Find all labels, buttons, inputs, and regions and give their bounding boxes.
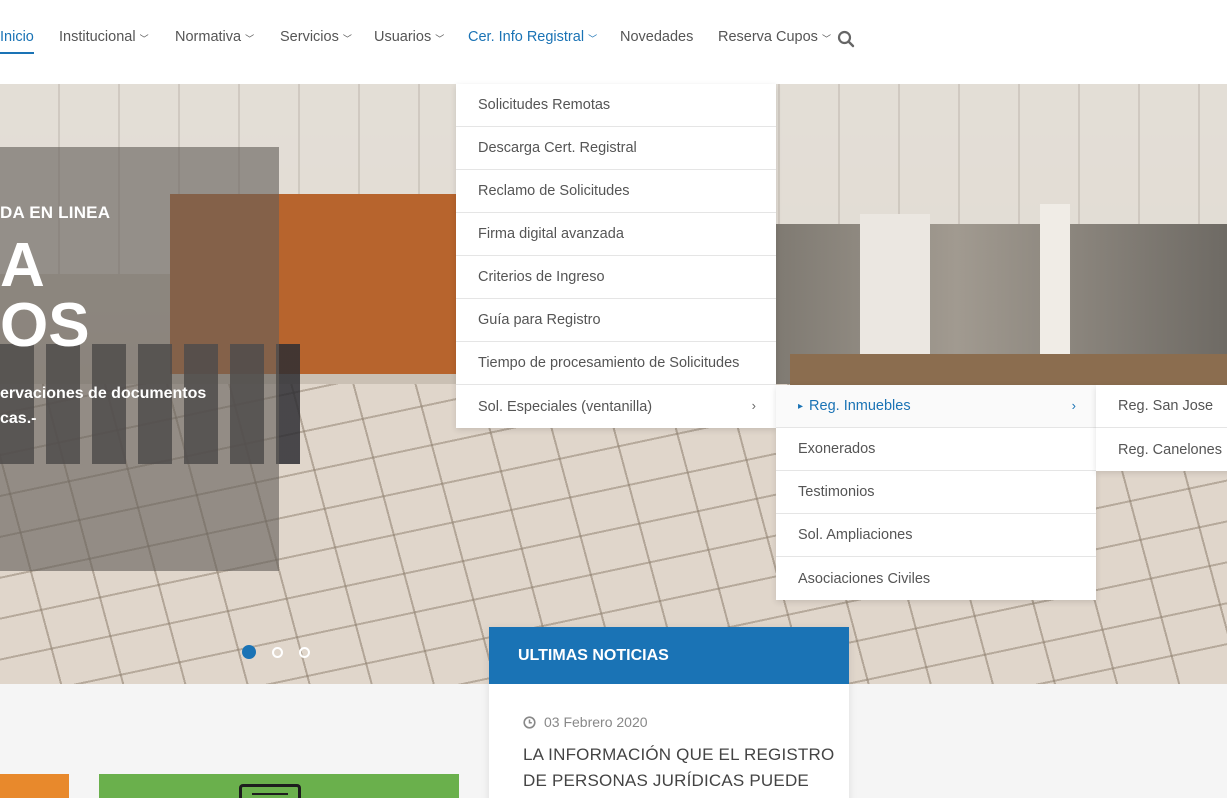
menu-item-solicitudes-remotas[interactable]: Solicitudes Remotas — [456, 84, 776, 127]
chevron-down-icon: ﹀ — [342, 33, 352, 44]
hero-eyebrow: DA EN LINEA — [0, 203, 111, 222]
slider-dot[interactable] — [242, 645, 256, 659]
news-title-link[interactable]: LA INFORMACIÓN QUE EL REGISTRO — [523, 745, 834, 765]
menu-item-label: Reg. San Jose — [1118, 398, 1214, 414]
nav-label: Inicio — [0, 29, 34, 45]
menu-item-label: Sol. Ampliaciones — [798, 527, 913, 543]
slider-pagination — [242, 645, 310, 659]
menu-item-label: Solicitudes Remotas — [478, 97, 611, 113]
menu-item-descarga-cert[interactable]: Descarga Cert. Registral — [456, 127, 776, 170]
nav-label: Cer. Info Registral — [468, 29, 585, 45]
nav-label: Servicios — [280, 29, 339, 45]
chevron-right-icon: › — [751, 398, 756, 413]
nav-item-institucional[interactable]: Institucional ﹀ — [59, 29, 149, 45]
nav-item-inicio[interactable]: Inicio — [0, 29, 34, 45]
nav-item-novedades[interactable]: Novedades — [620, 29, 693, 45]
chevron-down-icon: ﹀ — [435, 33, 445, 44]
document-icon — [239, 784, 301, 798]
chevron-right-icon: › — [1071, 398, 1076, 413]
menu-item-label: Testimonios — [798, 484, 875, 500]
nav-label: Novedades — [620, 29, 694, 45]
menu-item-label: Reg. Inmuebles — [809, 398, 911, 414]
hero-text-line1: ervaciones de documentos — [0, 385, 207, 402]
nav-label: Normativa — [175, 29, 242, 45]
chevron-down-icon: ﹀ — [139, 33, 149, 44]
news-card: ULTIMAS NOTICIAS 03 Febrero 2020 LA INFO… — [489, 627, 849, 798]
nav-item-servicios[interactable]: Servicios ﹀ — [280, 29, 352, 45]
nav-item-cer-info-registral[interactable]: Cer. Info Registral ﹀ — [468, 29, 597, 45]
chevron-down-icon: ﹀ — [245, 33, 255, 44]
hero-text-line2: cas.- — [0, 410, 37, 427]
submenu-reg-inmuebles: Reg. San Jose Reg. Canelones — [1096, 385, 1227, 471]
menu-item-label: Sol. Especiales (ventanilla) — [478, 398, 653, 415]
menu-item-label: Descarga Cert. Registral — [478, 140, 637, 156]
menu-item-label: Reg. Canelones — [1118, 441, 1222, 458]
slider-dot[interactable] — [299, 646, 310, 658]
nav-label: Usuarios — [374, 29, 432, 45]
nav-active-underline — [0, 52, 34, 54]
news-date-text: 03 Febrero 2020 — [544, 714, 648, 730]
menu-item-reg-san-jose[interactable]: Reg. San Jose — [1096, 385, 1227, 428]
page: Inicio Institucional ﹀ Normativa ﹀ Servi… — [0, 0, 1227, 798]
menu-item-reg-canelones[interactable]: Reg. Canelones — [1096, 428, 1227, 471]
news-title-link[interactable]: DE PERSONAS JURÍDICAS PUEDE — [523, 771, 809, 791]
nav-item-normativa[interactable]: Normativa ﹀ — [175, 29, 254, 45]
menu-item-sol-especiales[interactable]: Sol. Especiales (ventanilla) › — [456, 385, 776, 428]
hero-headline-line2: OS — [0, 291, 90, 360]
menu-item-reg-inmuebles[interactable]: ▸ Reg. Inmuebles › — [776, 385, 1096, 428]
chevron-down-icon: ﹀ — [821, 33, 831, 44]
menu-item-label: Exonerados — [798, 441, 876, 457]
submenu-sol-especiales: ▸ Reg. Inmuebles › Exonerados Testimonio… — [776, 385, 1096, 600]
menu-item-label: Criterios de Ingreso — [478, 269, 605, 285]
menu-item-sol-ampliaciones[interactable]: Sol. Ampliaciones — [776, 514, 1096, 557]
news-date: 03 Febrero 2020 — [523, 714, 648, 730]
menu-item-tiempo-procesamiento[interactable]: Tiempo de procesamiento de Solicitudes — [456, 342, 776, 385]
news-heading: ULTIMAS NOTICIAS — [489, 627, 849, 684]
service-tile-orange[interactable] — [0, 774, 69, 798]
menu-item-label: Tiempo de procesamiento de Solicitudes — [478, 355, 740, 371]
menu-item-label: Guía para Registro — [478, 312, 601, 328]
nav-item-usuarios[interactable]: Usuarios ﹀ — [374, 29, 444, 45]
menu-item-testimonios[interactable]: Testimonios — [776, 471, 1096, 514]
menu-item-firma-digital[interactable]: Firma digital avanzada — [456, 213, 776, 256]
nav-item-reserva-cupos[interactable]: Reserva Cupos ﹀ — [718, 29, 831, 45]
nav-label: Reserva Cupos — [718, 29, 818, 45]
menu-item-criterios[interactable]: Criterios de Ingreso — [456, 256, 776, 299]
chevron-down-icon: ﹀ — [588, 33, 598, 44]
menu-item-label: Reclamo de Solicitudes — [478, 183, 630, 199]
hero-headline-line1: A — [0, 231, 45, 300]
menu-item-reclamo[interactable]: Reclamo de Solicitudes — [456, 170, 776, 213]
menu-item-guia[interactable]: Guía para Registro — [456, 299, 776, 342]
search-icon[interactable] — [837, 30, 855, 48]
service-tile-green[interactable] — [99, 774, 459, 798]
menu-item-label: Firma digital avanzada — [478, 226, 624, 242]
clock-icon — [523, 715, 536, 729]
nav-label: Institucional — [59, 29, 136, 45]
hero-caption: DA EN LINEA A OS ervaciones de documento… — [0, 147, 279, 571]
menu-item-asociaciones-civiles[interactable]: Asociaciones Civiles — [776, 557, 1096, 600]
caret-right-icon: ▸ — [798, 400, 804, 412]
menu-item-exonerados[interactable]: Exonerados — [776, 428, 1096, 471]
top-navbar: Inicio Institucional ﹀ Normativa ﹀ Servi… — [0, 0, 1227, 84]
slider-dot[interactable] — [272, 646, 283, 658]
dropdown-cer-info-registral: Solicitudes Remotas Descarga Cert. Regis… — [456, 84, 776, 428]
menu-item-label: Asociaciones Civiles — [798, 570, 931, 587]
